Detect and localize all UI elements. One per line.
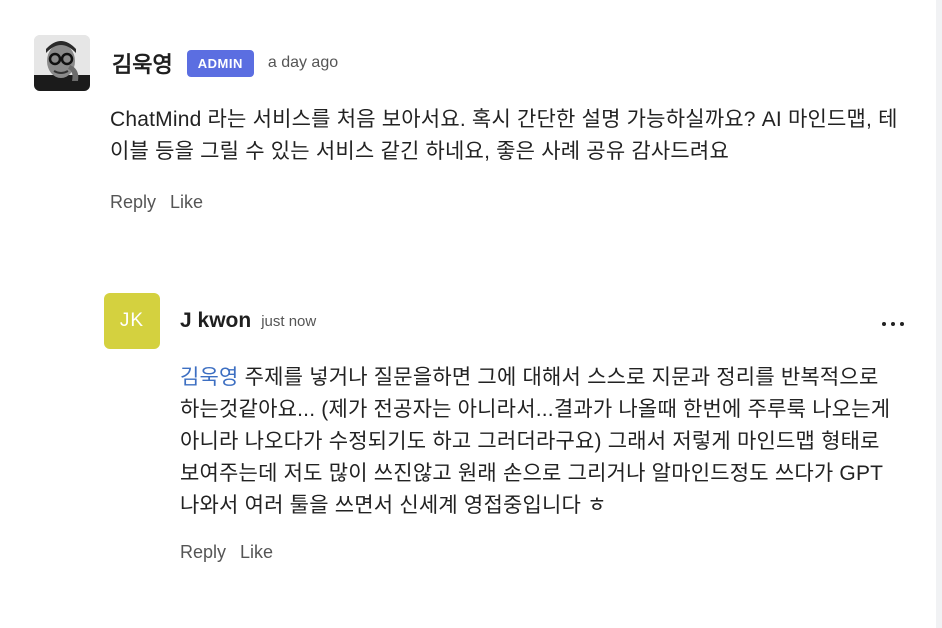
comment-header: JK J kwon just now [104, 292, 904, 350]
like-button[interactable]: Like [170, 192, 203, 213]
comment-body: ChatMind 라는 서비스를 처음 보아서요. 혹시 간단한 설명 가능하실… [110, 108, 898, 163]
more-options-icon[interactable] [882, 320, 904, 328]
comment-actions: Reply Like [110, 192, 904, 213]
comment-header: 김욱영 ADMIN a day ago [34, 34, 904, 92]
reply-comment: JK J kwon just now 김욱영 주제를 넣거나 질문을하면 그에 … [104, 292, 904, 563]
author-name[interactable]: J kwon [180, 309, 251, 333]
comment-actions: Reply Like [180, 542, 904, 563]
comment: 김욱영 ADMIN a day ago ChatMind 라는 서비스를 처음 … [34, 34, 904, 213]
avatar-portrait [34, 35, 90, 91]
avatar[interactable]: JK [104, 293, 160, 349]
reply-button[interactable]: Reply [110, 192, 156, 213]
mention-link[interactable]: 김욱영 [180, 366, 239, 389]
timestamp[interactable]: just now [261, 313, 316, 330]
comment-text: 주제를 넣거나 질문을하면 그에 대해서 스스로 지문과 정리를 반복적으로 하… [180, 366, 891, 517]
comment-body: 김욱영 주제를 넣거나 질문을하면 그에 대해서 스스로 지문과 정리를 반복적… [180, 362, 900, 522]
timestamp[interactable]: a day ago [268, 54, 338, 72]
author-name[interactable]: 김욱영 [112, 47, 173, 79]
scrollbar-track[interactable] [936, 0, 942, 628]
reply-button[interactable]: Reply [180, 542, 226, 563]
admin-badge: ADMIN [186, 49, 254, 77]
avatar[interactable] [34, 35, 90, 91]
like-button[interactable]: Like [240, 542, 273, 563]
